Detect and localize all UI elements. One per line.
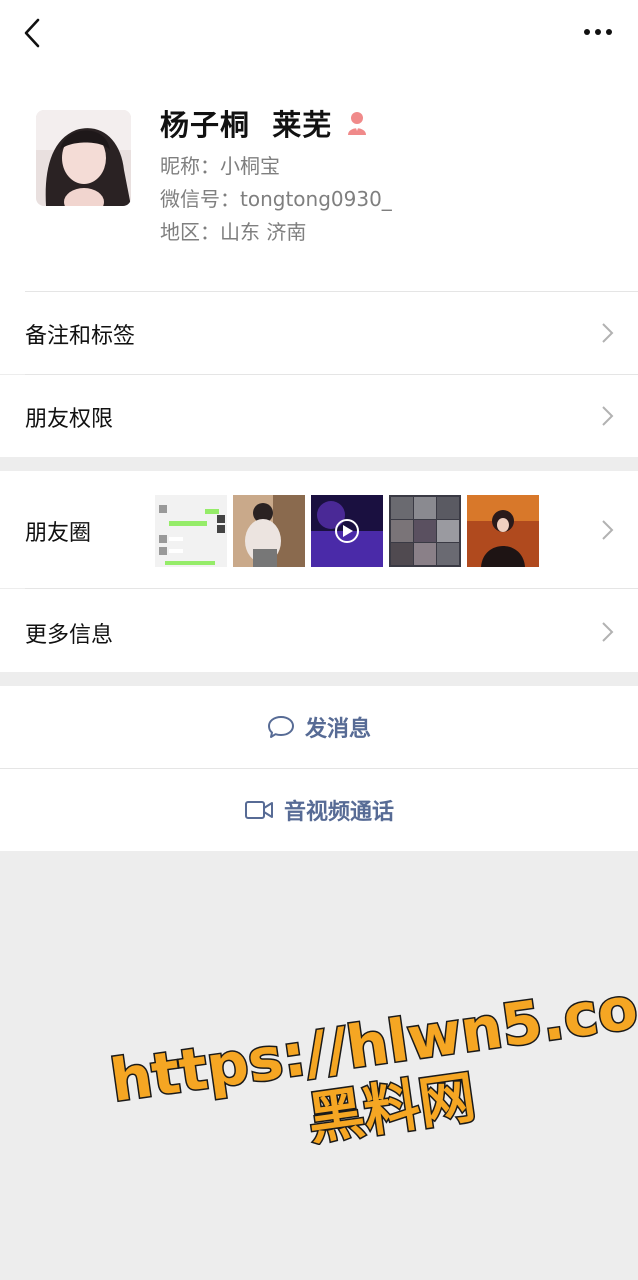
female-icon <box>348 112 367 135</box>
chevron-right-icon <box>602 520 614 540</box>
video-call-label: 音视频通话 <box>283 800 394 825</box>
moments-thumbnail[interactable] <box>389 495 461 567</box>
moments-row[interactable]: 朋友圈 <box>0 471 638 589</box>
chevron-left-icon <box>24 18 40 48</box>
video-call-button[interactable]: 音视频通话 <box>0 769 638 851</box>
friend-permissions-row[interactable]: 朋友权限 <box>0 375 638 457</box>
nickname: 昵称：小桐宝 <box>160 154 280 178</box>
moments-thumbnail[interactable] <box>467 495 539 567</box>
watermark: https://hlwn5.com 黑料网 <box>105 965 638 1145</box>
remarks-tags-row[interactable]: 备注和标签 <box>0 292 638 375</box>
region: 地区：山东 济南 <box>160 220 307 244</box>
moments-thumbnail[interactable] <box>233 495 305 567</box>
avatar[interactable] <box>36 110 131 206</box>
contact-name: 杨子桐 莱芜 <box>160 108 333 142</box>
send-message-button[interactable]: 发消息 <box>0 686 638 768</box>
more-info-label: 更多信息 <box>25 623 114 648</box>
friend-permissions-label: 朋友权限 <box>25 407 114 432</box>
more-info-row[interactable]: 更多信息 <box>0 589 638 672</box>
chevron-right-icon <box>602 323 614 343</box>
moments-video-thumbnail[interactable] <box>311 495 383 567</box>
wechat-id: 微信号：tongtong0930_ <box>160 187 392 211</box>
more-button[interactable] <box>582 20 616 44</box>
back-button[interactable] <box>18 14 50 52</box>
video-camera-icon <box>244 801 273 819</box>
moments-label: 朋友圈 <box>25 521 92 546</box>
navigation-bar <box>0 0 638 80</box>
send-message-label: 发消息 <box>304 717 371 742</box>
more-dots-icon <box>584 29 612 35</box>
chat-bubble-icon <box>267 716 294 738</box>
chevron-right-icon <box>602 622 614 642</box>
remarks-tags-label: 备注和标签 <box>25 324 136 349</box>
profile-header: 杨子桐 莱芜 昵称：小桐宝 微信号：tongtong0930_ 地区：山东 济南 <box>0 80 638 292</box>
chevron-right-icon <box>602 406 614 426</box>
moments-thumbnail[interactable] <box>155 495 227 567</box>
